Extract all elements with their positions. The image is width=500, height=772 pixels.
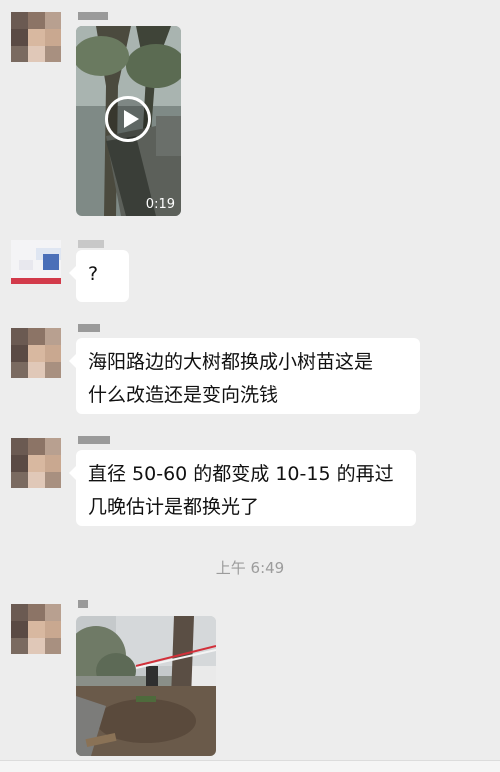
message-text-line: 直径 50-60 的都变成 10-15 的再过 <box>88 463 394 485</box>
sender-name <box>78 324 100 332</box>
image-thumbnail <box>76 616 216 756</box>
video-message[interactable]: 0:19 <box>76 26 181 216</box>
sender-name <box>78 436 110 444</box>
message-text-line: 几晚估计是都换光了 <box>88 496 260 518</box>
message-text-line: 什么改造还是变向洗钱 <box>88 384 279 406</box>
image-message[interactable] <box>76 616 216 756</box>
input-bar[interactable] <box>0 760 500 772</box>
play-icon[interactable] <box>105 96 151 142</box>
sender-name <box>78 600 88 608</box>
avatar[interactable] <box>11 438 61 488</box>
avatar[interactable] <box>11 12 61 62</box>
avatar[interactable] <box>11 328 61 378</box>
message-text-line: 海阳路边的大树都换成小树苗这是 <box>88 351 374 373</box>
message-bubble[interactable]: 海阳路边的大树都换成小树苗这是 什么改造还是变向洗钱 <box>69 338 420 414</box>
sender-name <box>78 240 104 248</box>
sender-name <box>78 12 108 20</box>
avatar[interactable] <box>11 604 61 654</box>
message-bubble[interactable]: 直径 50-60 的都变成 10-15 的再过 几晚估计是都换光了 <box>69 450 416 526</box>
timestamp: 上午 6:49 <box>215 559 285 577</box>
message-text: ? <box>88 263 99 285</box>
message-bubble[interactable]: ? <box>69 250 129 302</box>
video-duration: 0:19 <box>145 197 175 212</box>
avatar[interactable] <box>11 240 61 290</box>
